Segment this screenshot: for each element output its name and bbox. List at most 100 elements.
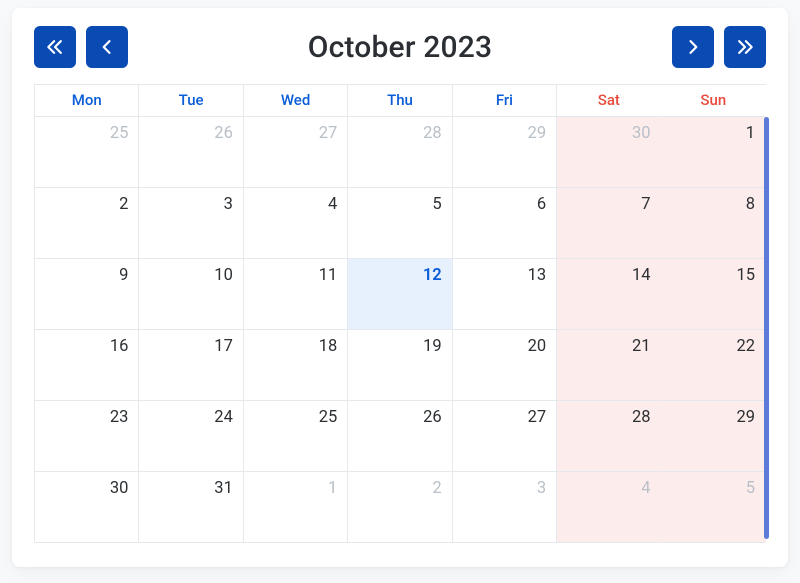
day-number: 24	[214, 408, 233, 427]
day-cell[interactable]: 29	[453, 117, 557, 188]
day-number: 12	[423, 266, 442, 285]
day-cell[interactable]: 19	[348, 330, 452, 401]
day-number: 13	[528, 266, 547, 285]
day-cell[interactable]: 29	[662, 401, 766, 472]
day-number: 1	[328, 479, 337, 498]
day-number: 11	[319, 266, 338, 285]
day-cell[interactable]: 18	[244, 330, 348, 401]
day-number: 3	[224, 195, 233, 214]
day-number: 14	[632, 266, 651, 285]
day-number: 18	[319, 337, 338, 356]
nav-next-group	[672, 26, 766, 68]
day-cell[interactable]: 1	[662, 117, 766, 188]
chevron-right-icon	[683, 37, 703, 57]
day-number: 5	[746, 479, 755, 498]
prev-month-button[interactable]	[86, 26, 128, 68]
day-number: 6	[537, 195, 546, 214]
day-cell[interactable]: 3	[453, 472, 557, 543]
chevron-double-right-icon	[735, 37, 755, 57]
week-row: 9 10 11 12 13 14 15	[35, 259, 766, 330]
dow-sat: Sat	[557, 85, 661, 117]
day-cell[interactable]: 11	[244, 259, 348, 330]
day-number: 4	[328, 195, 337, 214]
calendar-widget: October 2023 Mon Tue Wed Thu Fri Sat Sun	[12, 8, 788, 567]
day-cell[interactable]: 2	[348, 472, 452, 543]
day-cell[interactable]: 20	[453, 330, 557, 401]
day-cell[interactable]: 3	[139, 188, 243, 259]
day-cell[interactable]: 24	[139, 401, 243, 472]
day-number: 15	[736, 266, 755, 285]
day-cell[interactable]: 17	[139, 330, 243, 401]
day-number: 29	[736, 408, 755, 427]
day-cell[interactable]: 15	[662, 259, 766, 330]
next-month-button[interactable]	[672, 26, 714, 68]
day-cell[interactable]: 2	[35, 188, 139, 259]
day-cell[interactable]: 1	[244, 472, 348, 543]
day-cell[interactable]: 8	[662, 188, 766, 259]
day-number: 8	[746, 195, 755, 214]
dow-wed: Wed	[244, 85, 348, 117]
day-number: 19	[423, 337, 442, 356]
day-cell[interactable]: 27	[453, 401, 557, 472]
day-cell[interactable]: 13	[453, 259, 557, 330]
calendar-grid: Mon Tue Wed Thu Fri Sat Sun 252627282930…	[34, 84, 766, 543]
week-row: 25 26 27 28 2930 1	[35, 117, 766, 188]
day-number: 23	[110, 408, 129, 427]
month-year-title: October 2023	[308, 30, 493, 65]
day-number: 25	[319, 408, 338, 427]
day-number: 9	[119, 266, 128, 285]
day-cell[interactable]: 14	[557, 259, 661, 330]
week-row: 23 24 25 26 27 28 29	[35, 401, 766, 472]
dow-mon: Mon	[35, 85, 139, 117]
dow-tue: Tue	[139, 85, 243, 117]
dow-sun: Sun	[662, 85, 766, 117]
day-number: 26	[423, 408, 442, 427]
day-cell[interactable]: 26	[348, 401, 452, 472]
day-cell[interactable]: 9	[35, 259, 139, 330]
week-row: 2345678	[35, 188, 766, 259]
day-number: 25	[110, 124, 129, 143]
day-number: 20	[528, 337, 547, 356]
day-cell[interactable]: 4	[244, 188, 348, 259]
week-row: 16 17 18 19 20 21 22	[35, 330, 766, 401]
dow-fri: Fri	[453, 85, 557, 117]
calendar-scrollbar[interactable]	[764, 117, 769, 539]
day-number: 1	[746, 124, 755, 143]
day-cell[interactable]: 10	[139, 259, 243, 330]
day-number: 28	[632, 408, 651, 427]
weeks-container: 2526272829301234567891011121314151617181…	[35, 117, 766, 543]
day-cell[interactable]: 5	[348, 188, 452, 259]
day-number: 26	[214, 124, 233, 143]
day-cell[interactable]: 28	[348, 117, 452, 188]
day-cell[interactable]: 30	[557, 117, 661, 188]
prev-year-button[interactable]	[34, 26, 76, 68]
chevron-left-icon	[97, 37, 117, 57]
day-cell[interactable]: 25	[244, 401, 348, 472]
day-number: 2	[432, 479, 441, 498]
next-year-button[interactable]	[724, 26, 766, 68]
day-number: 2	[119, 195, 128, 214]
day-cell[interactable]: 22	[662, 330, 766, 401]
day-cell[interactable]: 30	[35, 472, 139, 543]
day-cell[interactable]: 25	[35, 117, 139, 188]
day-cell[interactable]: 5	[662, 472, 766, 543]
day-number: 16	[110, 337, 129, 356]
day-number: 17	[214, 337, 233, 356]
day-cell[interactable]: 31	[139, 472, 243, 543]
day-cell[interactable]: 21	[557, 330, 661, 401]
day-cell[interactable]: 23	[35, 401, 139, 472]
day-cell[interactable]: 16	[35, 330, 139, 401]
day-number: 30	[110, 479, 129, 498]
day-number: 22	[736, 337, 755, 356]
day-number: 28	[423, 124, 442, 143]
day-cell[interactable]: 28	[557, 401, 661, 472]
day-cell[interactable]: 4	[557, 472, 661, 543]
day-cell[interactable]: 6	[453, 188, 557, 259]
day-of-week-row: Mon Tue Wed Thu Fri Sat Sun	[35, 85, 766, 117]
day-number: 21	[632, 337, 651, 356]
day-cell[interactable]: 7	[557, 188, 661, 259]
day-cell[interactable]: 12	[348, 259, 452, 330]
day-cell[interactable]: 26	[139, 117, 243, 188]
day-cell[interactable]: 27	[244, 117, 348, 188]
week-row: 30 31 1 234 5	[35, 472, 766, 543]
